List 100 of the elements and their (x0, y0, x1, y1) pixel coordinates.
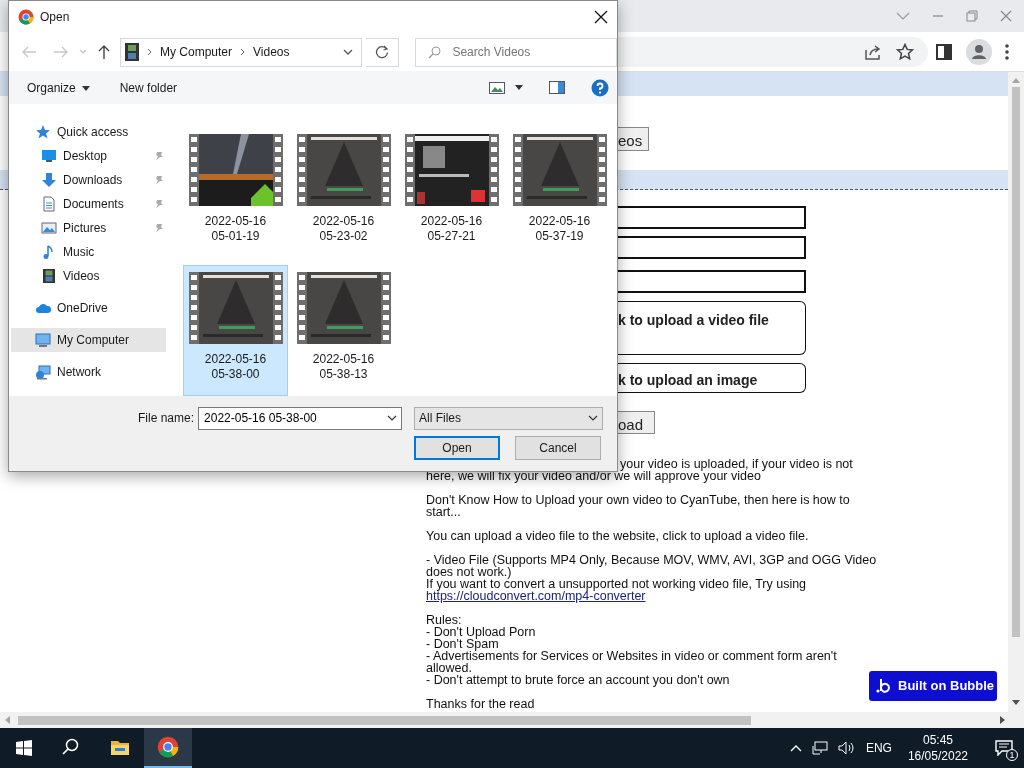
vertical-scrollbar[interactable] (1008, 72, 1024, 712)
side-panel-icon[interactable] (936, 43, 952, 60)
upload-image-box[interactable]: k to upload an image (618, 363, 806, 393)
clock-date[interactable]: 16/05/2022 (907, 748, 968, 764)
preview-pane-icon[interactable] (549, 81, 565, 94)
file-item[interactable]: 2022-05-16 05-38-00 (183, 265, 288, 396)
search-field[interactable]: Search Videos (450, 42, 601, 62)
search-icon (428, 45, 442, 59)
nav-label: Downloads (63, 172, 123, 189)
document-icon (41, 196, 57, 212)
text-field[interactable] (618, 236, 806, 259)
refresh-button[interactable] (366, 37, 400, 67)
clock-time[interactable]: 05:45 (907, 732, 968, 748)
badge-label: Built on Bubble (898, 677, 995, 696)
chrome-icon (18, 9, 34, 25)
file-name: 2022-05-16 05-37-19 (527, 214, 592, 244)
nav-label: Documents (63, 196, 124, 213)
help-icon[interactable] (591, 78, 609, 97)
text-field[interactable] (618, 206, 806, 229)
nav-label: Music (63, 244, 95, 261)
breadcrumb-item[interactable]: Videos (253, 43, 290, 61)
folder-icon (110, 738, 130, 758)
dropdown-icon (588, 415, 599, 421)
breadcrumb-item[interactable]: My Computer (160, 43, 233, 61)
nav-item[interactable]: My Computer (11, 328, 166, 352)
bubble-logo-icon (876, 678, 892, 694)
chevron-right-icon (147, 48, 152, 56)
scrollbar-thumb[interactable] (18, 715, 751, 725)
file-item[interactable]: 2022-05-16 05-27-21 (399, 127, 504, 258)
text-line: Rules: (426, 614, 463, 626)
text-field[interactable] (618, 270, 806, 293)
menu-icon[interactable] (1004, 42, 1010, 61)
nav-item[interactable]: Videos (11, 264, 166, 288)
file-type-select[interactable]: All Files (414, 406, 604, 430)
dialog-button[interactable]: Cancel (515, 436, 601, 460)
language-indicator[interactable]: ENG (865, 739, 892, 757)
horizontal-scrollbar[interactable] (0, 712, 1024, 728)
text-line: - Don't Upload Porn (426, 626, 537, 638)
file-name-combo[interactable]: 2022-05-16 05-38-00 (198, 406, 403, 430)
nav-label: Pictures (63, 220, 107, 237)
nav-label: Desktop (63, 148, 108, 165)
nav-item[interactable]: OneDrive (11, 296, 166, 320)
text-line: Thanks for the read (426, 698, 536, 710)
up-icon[interactable] (97, 44, 111, 60)
text-line: If you want to convert a unsupported not working video file, Try using https://cloudconvert.com/mp4-converter (426, 578, 808, 602)
caret-icon (81, 85, 90, 91)
nav-label: Videos (63, 268, 100, 285)
taskbar-app[interactable] (144, 728, 192, 768)
scrollbar-thumb[interactable] (1012, 87, 1020, 637)
nav-item[interactable]: Pictures (11, 216, 166, 240)
film-icon (41, 268, 57, 284)
file-item[interactable]: 2022-05-16 05-37-19 (507, 127, 612, 258)
profile-icon[interactable] (966, 38, 992, 65)
nav-label: Quick access (57, 124, 129, 141)
star-icon (35, 124, 51, 140)
nav-item[interactable]: Documents (11, 192, 166, 216)
film-icon (125, 43, 139, 61)
field-label: File name: (138, 410, 195, 427)
nav-item[interactable]: Music (11, 240, 166, 264)
nav-item[interactable]: Quick access (11, 120, 166, 144)
share-icon[interactable] (864, 42, 882, 61)
notification-button[interactable]: 1 (984, 728, 1024, 768)
refresh-icon (375, 45, 390, 59)
nav-label: Network (57, 364, 101, 381)
file-name: 2022-05-16 05-01-19 (203, 214, 268, 244)
scroll-down-icon[interactable] (1012, 700, 1020, 706)
file-item[interactable]: 2022-05-16 05-01-19 (183, 127, 288, 258)
volume-icon[interactable] (837, 741, 856, 755)
file-item[interactable]: 2022-05-16 05-38-13 (291, 265, 396, 396)
caret-icon[interactable] (515, 85, 523, 90)
text-line: - Don't attempt to brute force an account you don't own (426, 674, 731, 686)
notification-count: 1 (1006, 749, 1018, 761)
dropdown-icon[interactable] (343, 49, 354, 55)
nav-item[interactable]: Desktop (11, 144, 166, 168)
nav-item[interactable]: Downloads (11, 168, 166, 192)
nav-item[interactable]: Network (11, 360, 166, 384)
bubble-badge[interactable]: Built on Bubble (869, 671, 997, 701)
text-line: your video is uploaded, if your video is not (619, 458, 854, 470)
upload-button[interactable]: oad (618, 411, 655, 434)
file-item[interactable]: 2022-05-16 05-23-02 (291, 127, 396, 258)
network-icon (35, 364, 51, 380)
dialog-button[interactable]: Open (414, 436, 500, 460)
chrome-icon (157, 736, 179, 758)
notification-icon (995, 740, 1013, 756)
file-name: 2022-05-16 05-38-00 (203, 352, 268, 382)
search-box[interactable]: Search Videos (415, 37, 617, 67)
file-name-field[interactable]: 2022-05-16 05-38-00 (202, 408, 383, 428)
breadcrumb-bar[interactable]: My Computer Videos (120, 37, 363, 67)
scroll-right-icon[interactable] (1000, 716, 1006, 724)
view-icon[interactable] (489, 81, 505, 94)
network-icon[interactable] (811, 741, 828, 755)
computer-icon (35, 332, 51, 348)
chevron-up-icon[interactable] (789, 744, 802, 752)
star-icon[interactable] (896, 42, 914, 61)
organize-menu[interactable]: Organize (27, 78, 90, 97)
close-icon[interactable] (594, 10, 608, 24)
text-line: Don't Know How to Upload your own video to CyanTube, then here is how to start... (426, 494, 851, 518)
command-button[interactable]: New folder (119, 78, 178, 97)
monitor-icon (41, 148, 57, 164)
page-button[interactable]: eos (618, 127, 650, 151)
